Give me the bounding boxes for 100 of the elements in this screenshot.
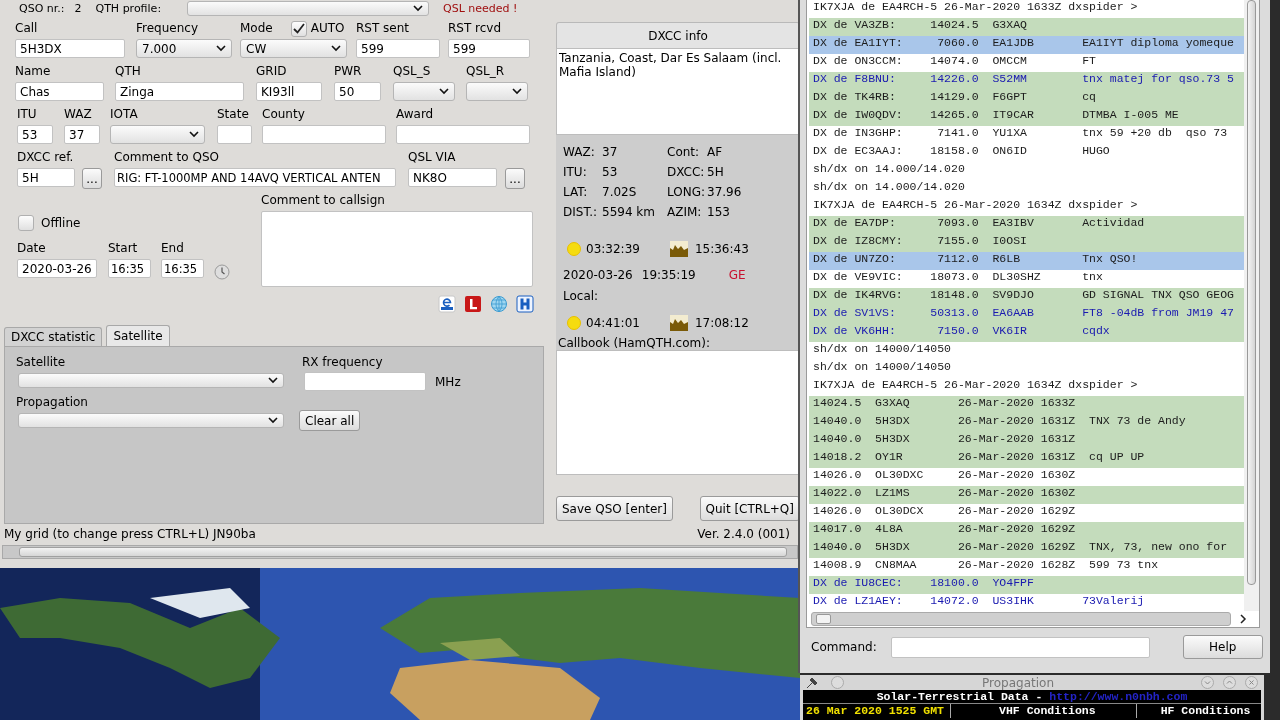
- dropdown[interactable]: [18, 413, 284, 428]
- scrollbar[interactable]: [2, 545, 798, 559]
- field-label: QTH: [115, 64, 141, 79]
- checkbox-label: AUTO: [310, 21, 345, 36]
- close-icon[interactable]: [1245, 676, 1258, 689]
- field-label: Call: [15, 21, 38, 36]
- clear-all-button[interactable]: Clear all: [299, 410, 361, 431]
- text-field[interactable]: [396, 125, 530, 144]
- l-letter-icon[interactable]: [464, 295, 482, 313]
- globe-icon[interactable]: [490, 295, 508, 313]
- sun-icon: [566, 315, 582, 331]
- field-label: End: [161, 241, 184, 256]
- sun-time: 15:36:43: [694, 242, 749, 256]
- info-label: DXCC:: [667, 164, 706, 181]
- e-letter-icon[interactable]: [438, 295, 456, 313]
- chevron-down-icon: [268, 377, 278, 384]
- tab[interactable]: Satellite: [106, 325, 170, 346]
- info-label: WAZ:: [563, 144, 596, 161]
- field-label: Mode: [240, 21, 273, 36]
- field-label: County: [262, 107, 305, 122]
- command-field[interactable]: [890, 636, 1150, 658]
- country-text: Tanzania, Coast, Dar Es Salaam (incl. Mafia Island): [559, 51, 783, 79]
- scrollbar[interactable]: [811, 612, 1231, 626]
- text-field[interactable]: [262, 125, 386, 144]
- field-label: RST rcvd: [448, 21, 502, 36]
- checkbox[interactable]: [290, 20, 307, 37]
- text-field[interactable]: NK8O: [408, 168, 497, 187]
- text-field[interactable]: 5H: [17, 168, 75, 187]
- sun-time: 17:08:12: [694, 316, 749, 330]
- info-label: LONG:: [667, 184, 707, 201]
- clock-icon[interactable]: [214, 264, 230, 280]
- field-label: PWR: [334, 64, 362, 79]
- dropdown[interactable]: 7.000: [136, 39, 232, 58]
- field-label: Satellite: [16, 355, 67, 369]
- info-value: 7.02S: [602, 184, 638, 201]
- field-label: ITU: [17, 107, 37, 122]
- text-field[interactable]: 53: [17, 125, 53, 144]
- dropdown[interactable]: [466, 82, 528, 101]
- chevron-down-icon: [512, 88, 522, 95]
- circle-button-icon[interactable]: [831, 676, 844, 689]
- dropdown[interactable]: CW: [240, 39, 347, 58]
- ellipsis-button[interactable]: ...: [505, 168, 525, 189]
- quit-button[interactable]: Quit [CTRL+Q]: [699, 496, 800, 521]
- chevron-down-icon: [268, 417, 278, 424]
- text-field[interactable]: 16:35: [161, 259, 204, 278]
- field-label: Local:: [563, 289, 600, 305]
- sun-time: 04:41:01: [586, 316, 640, 330]
- dropdown[interactable]: [18, 373, 284, 388]
- text-field[interactable]: 50: [334, 82, 381, 101]
- help-button[interactable]: Help: [1182, 635, 1263, 659]
- text-field[interactable]: KI93ll: [256, 82, 322, 101]
- qso-number: 2: [74, 1, 82, 15]
- chevron-right-icon[interactable]: [1239, 614, 1247, 624]
- text-field[interactable]: 5H3DX: [15, 39, 125, 58]
- field-label: State: [217, 107, 249, 122]
- landscape-icon: [669, 315, 688, 331]
- tab[interactable]: DXCC statistic: [4, 327, 103, 346]
- ellipsis-button[interactable]: ...: [82, 168, 102, 189]
- save-button[interactable]: Save QSO [enter]: [556, 496, 673, 521]
- sun-icon: [566, 241, 582, 257]
- scrollbar[interactable]: [1244, 0, 1259, 611]
- pin-icon[interactable]: [806, 676, 818, 689]
- field-label: QSL VIA: [408, 150, 456, 165]
- dropdown[interactable]: [393, 82, 455, 101]
- unit-label: MHz: [435, 374, 461, 389]
- field-label: Date: [17, 241, 46, 256]
- text-field[interactable]: 599: [448, 39, 530, 58]
- text-field[interactable]: Zinga: [115, 82, 244, 101]
- field-label: Comment to callsign: [261, 193, 386, 208]
- field-label: GRID: [256, 64, 287, 79]
- chevron-up-icon[interactable]: [1223, 676, 1236, 689]
- info-label: ITU:: [563, 164, 588, 181]
- info-value: 5594 km: [602, 204, 656, 221]
- window-title: Propagation: [981, 675, 1055, 690]
- status-text: My grid (to change press CTRL+L) JN90ba: [4, 526, 256, 543]
- h-letter-icon[interactable]: [516, 295, 534, 313]
- panel-header: DXCC info: [556, 22, 800, 48]
- text-field[interactable]: 16:35: [108, 259, 151, 278]
- info-value: 53: [602, 164, 619, 181]
- time-text: 19:35:19: [641, 268, 696, 282]
- text-field[interactable]: RIG: FT-1000MP AND 14AVQ VERTICAL ANTEN: [114, 168, 396, 187]
- chevron-down-icon[interactable]: [1201, 676, 1214, 689]
- info-value: 5H: [707, 164, 725, 181]
- chevron-down-icon: [413, 4, 424, 12]
- comment-field[interactable]: [261, 211, 533, 287]
- date-text: 2020-03-26: [563, 268, 633, 282]
- field-label: RST sent: [356, 21, 410, 36]
- text-field[interactable]: 599: [356, 39, 440, 58]
- text-field[interactable]: 2020-03-26: [17, 259, 97, 278]
- text-field[interactable]: 37: [64, 125, 100, 144]
- field-label: QSL_S: [393, 64, 431, 79]
- text-field[interactable]: [304, 372, 426, 391]
- info-label: AZIM:: [667, 204, 703, 221]
- text-field[interactable]: Chas: [15, 82, 104, 101]
- date-text: 26 Mar 2020 1525 GMT: [803, 704, 952, 718]
- chevron-down-icon: [189, 131, 199, 138]
- checkbox[interactable]: [18, 215, 34, 231]
- field-label: Award: [396, 107, 434, 122]
- dropdown[interactable]: [110, 125, 205, 144]
- text-field[interactable]: [217, 125, 252, 144]
